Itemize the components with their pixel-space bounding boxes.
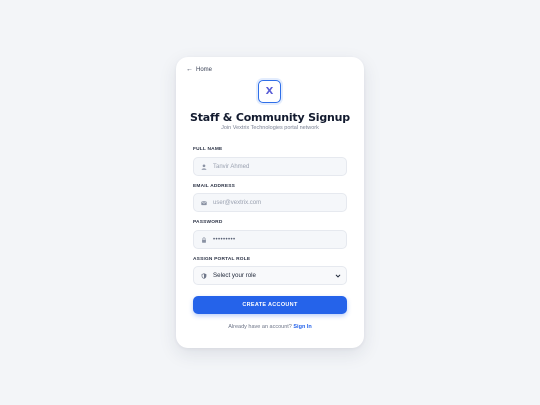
email-label: EMAIL ADDRESS bbox=[193, 184, 236, 189]
email-field[interactable]: user@vextrix.com bbox=[193, 193, 347, 212]
chevron-down-icon bbox=[335, 274, 341, 278]
back-home-label: Home bbox=[196, 66, 213, 73]
page-subtitle: Join Vextrix Technologies portal network bbox=[221, 125, 319, 131]
password-value: ••••••••• bbox=[213, 236, 236, 243]
logo-letter: X bbox=[265, 86, 274, 97]
signin-prompt: Already have an account? Sign In bbox=[176, 324, 364, 330]
arrow-left-icon: ← bbox=[186, 66, 193, 73]
page-title: Staff & Community Signup bbox=[190, 111, 350, 124]
role-select[interactable]: Select your role bbox=[193, 266, 347, 285]
role-selected-value: Select your role bbox=[213, 272, 256, 279]
signin-prompt-text: Already have an account? bbox=[228, 324, 292, 330]
signin-link[interactable]: Sign In bbox=[293, 324, 311, 330]
password-field[interactable]: ••••••••• bbox=[193, 230, 347, 249]
lock-icon bbox=[201, 236, 207, 243]
full-name-field[interactable]: Tanvir Ahmed bbox=[193, 157, 347, 176]
full-name-placeholder: Tanvir Ahmed bbox=[213, 163, 250, 170]
full-name-label: FULL NAME bbox=[193, 147, 223, 152]
envelope-icon bbox=[201, 200, 207, 206]
brand-logo: X bbox=[258, 80, 281, 103]
password-label: PASSWORD bbox=[193, 220, 223, 225]
user-icon bbox=[201, 163, 207, 170]
role-label: ASSIGN PORTAL ROLE bbox=[193, 257, 251, 262]
shield-icon bbox=[201, 272, 207, 279]
signup-card: ← Home X Staff & Community Signup Join V… bbox=[176, 57, 364, 348]
email-placeholder: user@vextrix.com bbox=[213, 199, 262, 206]
create-account-button[interactable]: CREATE ACCOUNT bbox=[193, 296, 347, 314]
back-home-link[interactable]: ← Home bbox=[186, 66, 212, 73]
